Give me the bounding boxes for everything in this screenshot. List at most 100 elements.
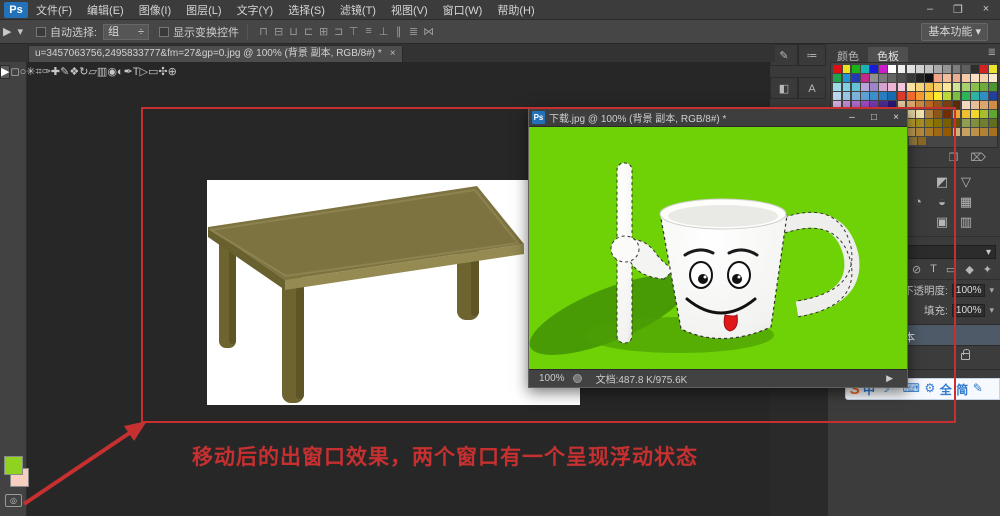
color-swatch[interactable] [916, 119, 924, 127]
color-swatch[interactable] [989, 110, 997, 118]
color-swatch[interactable] [925, 92, 933, 100]
color-swatch[interactable] [943, 110, 951, 118]
collapsed-panel-icon[interactable]: ≔ [798, 44, 826, 66]
close-tab-icon[interactable]: × [390, 46, 396, 62]
collapsed-panel-icon[interactable]: ◧ [770, 77, 798, 99]
color-swatch[interactable] [907, 92, 915, 100]
color-swatch[interactable] [989, 119, 997, 127]
tab-swatches[interactable]: 色板 [868, 47, 908, 62]
color-swatch[interactable] [843, 83, 851, 91]
color-swatch[interactable] [962, 92, 970, 100]
window-control-button[interactable]: – [916, 3, 944, 16]
floating-window-control-button[interactable]: □ [863, 112, 885, 123]
color-swatch[interactable] [953, 101, 961, 109]
menu-item[interactable]: 文件(F) [36, 2, 72, 18]
color-swatch[interactable] [907, 83, 915, 91]
menu-item[interactable]: 视图(V) [391, 2, 428, 18]
adjustment-icon[interactable]: ▽ [958, 174, 974, 190]
chevron-down-icon[interactable]: ▾ [989, 285, 994, 296]
adjustment-icon[interactable]: ◩ [934, 174, 950, 190]
collapsed-panel-icon[interactable]: A [798, 77, 826, 99]
window-control-button[interactable]: ❐ [944, 3, 972, 16]
auto-select-dropdown[interactable]: 组 ÷ [103, 24, 149, 40]
color-swatch[interactable] [843, 65, 851, 73]
tool-button[interactable]: ▱ [88, 66, 96, 78]
ime-toolbar-icon[interactable]: ⚙ [924, 381, 935, 398]
opacity-value[interactable]: 100% [952, 284, 986, 297]
color-swatch[interactable] [934, 119, 942, 127]
menu-item[interactable]: 图层(L) [186, 2, 221, 18]
align-icon[interactable]: ≣ [406, 25, 421, 38]
color-swatch[interactable] [916, 92, 924, 100]
color-swatch[interactable] [962, 101, 970, 109]
auto-select-checkbox[interactable] [36, 27, 46, 37]
tool-button[interactable]: ◉ [107, 66, 117, 78]
floating-window-titlebar[interactable]: Ps 下载.jpg @ 100% (背景 副本, RGB/8#) * –□× [529, 109, 907, 127]
color-swatch[interactable] [934, 110, 942, 118]
color-swatch[interactable] [980, 101, 988, 109]
color-swatch[interactable] [971, 92, 979, 100]
color-swatch[interactable] [870, 92, 878, 100]
color-swatch[interactable] [916, 110, 924, 118]
color-swatch[interactable] [962, 83, 970, 91]
color-swatch[interactable] [943, 128, 951, 136]
color-swatch[interactable] [916, 65, 924, 73]
color-swatch[interactable] [943, 65, 951, 73]
color-swatch[interactable] [980, 119, 988, 127]
color-swatch[interactable] [943, 92, 951, 100]
color-swatch[interactable] [934, 83, 942, 91]
tool-button[interactable]: ✎ [60, 66, 69, 78]
document-tab[interactable]: u=3457063756,2495833777&fm=27&gp=0.jpg @… [28, 45, 403, 62]
color-swatch[interactable] [916, 101, 924, 109]
color-swatch[interactable] [971, 74, 979, 82]
color-swatch[interactable] [962, 110, 970, 118]
color-swatch[interactable] [916, 74, 924, 82]
color-swatch[interactable] [852, 92, 860, 100]
color-swatch[interactable] [909, 137, 917, 145]
quick-mask-button[interactable]: ◎ [5, 494, 22, 507]
color-swatch[interactable] [925, 74, 933, 82]
color-swatch[interactable] [843, 92, 851, 100]
layer-filter-icon[interactable]: ◆ [965, 263, 973, 276]
foreground-color-swatch[interactable] [4, 456, 23, 475]
color-swatch[interactable] [907, 65, 915, 73]
layer-filter-icon[interactable]: T [930, 263, 937, 276]
menu-item[interactable]: 滤镜(T) [340, 2, 376, 18]
menu-item[interactable]: 编辑(E) [87, 2, 124, 18]
color-swatch[interactable] [888, 92, 896, 100]
color-swatch[interactable] [879, 74, 887, 82]
color-swatch[interactable] [916, 128, 924, 136]
color-swatch[interactable] [934, 92, 942, 100]
color-swatch[interactable] [980, 128, 988, 136]
color-swatch[interactable] [888, 65, 896, 73]
tool-button[interactable]: ⊕ [168, 66, 177, 78]
floating-window-control-button[interactable]: × [885, 112, 907, 123]
color-swatch[interactable] [852, 83, 860, 91]
ime-toolbar-icon[interactable]: ✎ [973, 381, 983, 398]
color-swatch[interactable] [971, 110, 979, 118]
color-swatch[interactable] [989, 74, 997, 82]
align-icon[interactable]: ≡ [361, 25, 376, 38]
ime-toolbar-icon[interactable]: 全 [940, 381, 952, 398]
color-swatch[interactable] [833, 92, 841, 100]
align-icon[interactable]: ⊔ [286, 25, 301, 38]
adjustment-icon[interactable]: ▦ [958, 194, 974, 210]
color-swatch[interactable] [918, 137, 926, 145]
align-icon[interactable]: ⋈ [421, 25, 436, 38]
swatch-action-icon[interactable]: ⌦ [970, 151, 986, 164]
color-swatch[interactable] [833, 83, 841, 91]
menu-item[interactable]: 帮助(H) [497, 2, 534, 18]
color-swatch[interactable] [980, 74, 988, 82]
align-icon[interactable]: ⊟ [271, 25, 286, 38]
color-swatch[interactable] [980, 110, 988, 118]
adjustment-icon[interactable]: ◔ [910, 194, 926, 210]
align-icon[interactable]: ⊥ [376, 25, 391, 38]
menu-item[interactable]: 图像(I) [139, 2, 171, 18]
zoom-level[interactable]: 100% [539, 373, 565, 384]
color-swatch[interactable] [925, 128, 933, 136]
color-swatch[interactable] [907, 74, 915, 82]
adjustment-icon[interactable]: ◒ [934, 194, 950, 210]
color-swatch[interactable] [953, 119, 961, 127]
tool-button[interactable]: ◻ [10, 66, 19, 78]
color-swatch[interactable] [925, 110, 933, 118]
